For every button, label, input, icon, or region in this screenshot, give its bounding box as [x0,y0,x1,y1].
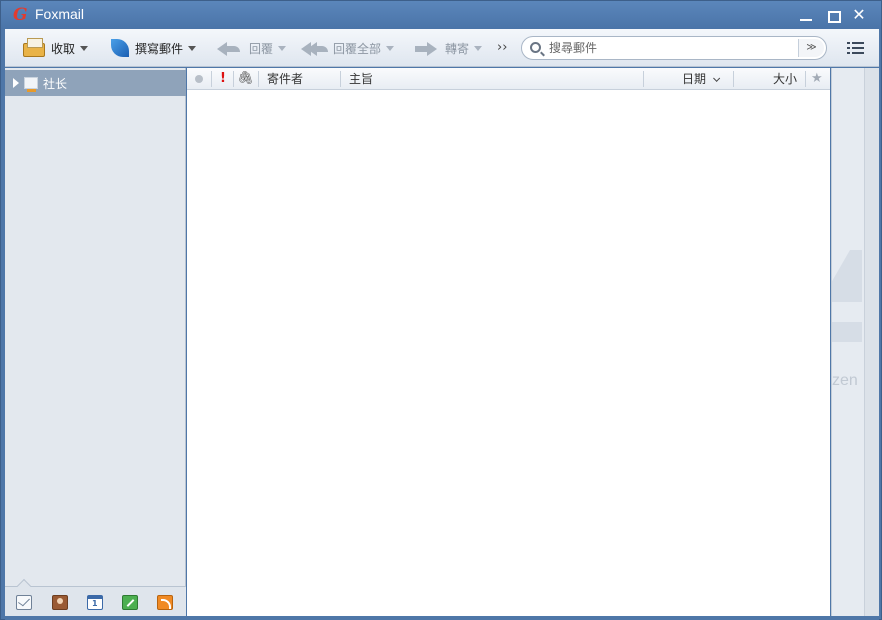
toolbar-overflow-chevron-icon[interactable]: ›› [497,40,507,55]
module-switcher-bar [5,578,186,616]
mail-account-icon [24,77,38,92]
reply-all-label: 回覆全部 [333,41,382,56]
column-separator [258,71,259,87]
size-column-header[interactable]: 大小 [773,68,797,90]
read-status-column-icon[interactable] [195,75,203,83]
forward-dropdown-caret-icon[interactable] [474,45,483,51]
sort-chevron-down-icon [713,74,721,82]
search-input[interactable] [549,39,794,57]
main-toolbar: 收取 撰寫郵件 回覆 回覆全部 轉寄 ›› ≫ [5,29,879,67]
sender-column-header[interactable]: 寄件者 [267,68,303,90]
priority-column-icon[interactable]: ! [220,68,226,90]
receive-button[interactable]: 收取 [23,29,89,67]
reply-button[interactable]: 回覆 [217,29,287,67]
rss-module-icon[interactable] [157,595,173,610]
reply-dropdown-caret-icon[interactable] [278,45,287,51]
search-icon [530,42,541,53]
column-separator [340,71,341,87]
compose-label: 撰寫郵件 [135,41,184,56]
foxmail-window: G Foxmail ✕ 收取 撰寫郵件 回覆 回覆全部 轉寄 ›› 搜尋郵件 ≫… [0,0,882,620]
contacts-module-icon[interactable] [52,595,68,610]
account-name: 社长 [43,76,68,91]
receive-label: 收取 [51,41,76,56]
notes-module-icon[interactable] [122,595,138,610]
column-separator [643,71,644,87]
app-title: Foxmail [35,6,85,22]
feather-compose-icon [111,39,129,57]
calendar-module-icon[interactable] [87,595,103,610]
account-tree-item[interactable]: 社长 [5,70,186,96]
star-column-icon[interactable]: ★ [811,68,823,90]
scrollbar-track[interactable] [864,68,879,616]
selected-module-notch [16,578,32,594]
reply-arrow-icon [217,38,243,58]
foxmail-logo-icon: G [13,5,28,25]
main-menu-icon[interactable] [847,40,865,56]
reply-all-arrow-icon [301,38,328,58]
window-bottom-border [5,616,879,620]
reply-all-button[interactable]: 回覆全部 [301,29,395,67]
column-separator [733,71,734,87]
search-options-dropdown-icon[interactable]: ≫ [798,39,824,57]
close-button[interactable]: ✕ [850,7,868,23]
date-column-header[interactable]: 日期 [682,68,721,90]
date-column-label: 日期 [682,72,707,86]
column-separator [211,71,212,87]
partial-watermark-text: zen [832,372,858,389]
preview-pane-edge: zen [831,68,879,616]
folder-sidebar: 社长 [5,68,186,616]
decorative-shape [832,322,862,342]
mail-list-pane: ! 🖇 寄件者 主旨 日期 大小 ★ [187,68,830,616]
reply-all-dropdown-caret-icon[interactable] [386,45,395,51]
decorative-shape [832,250,862,302]
search-box: ≫ [521,36,827,60]
column-separator [233,71,234,87]
column-separator [805,71,806,87]
compose-button[interactable]: 撰寫郵件 [111,29,197,67]
expand-arrow-icon[interactable] [13,78,19,88]
inbox-icon [23,37,45,57]
subject-column-header[interactable]: 主旨 [349,68,373,90]
forward-button[interactable]: 轉寄 [413,29,483,67]
receive-dropdown-caret-icon[interactable] [80,45,89,51]
forward-arrow-icon [413,38,439,58]
compose-dropdown-caret-icon[interactable] [188,45,197,51]
forward-label: 轉寄 [445,41,470,56]
mail-list-header: ! 🖇 寄件者 主旨 日期 大小 ★ [187,68,830,90]
attachment-column-icon[interactable]: 🖇 [237,68,254,90]
mail-module-icon[interactable] [16,595,32,610]
title-bar: G Foxmail ✕ [1,1,881,29]
minimize-button[interactable] [797,7,815,23]
maximize-button[interactable] [824,7,842,23]
reply-label: 回覆 [249,41,274,56]
